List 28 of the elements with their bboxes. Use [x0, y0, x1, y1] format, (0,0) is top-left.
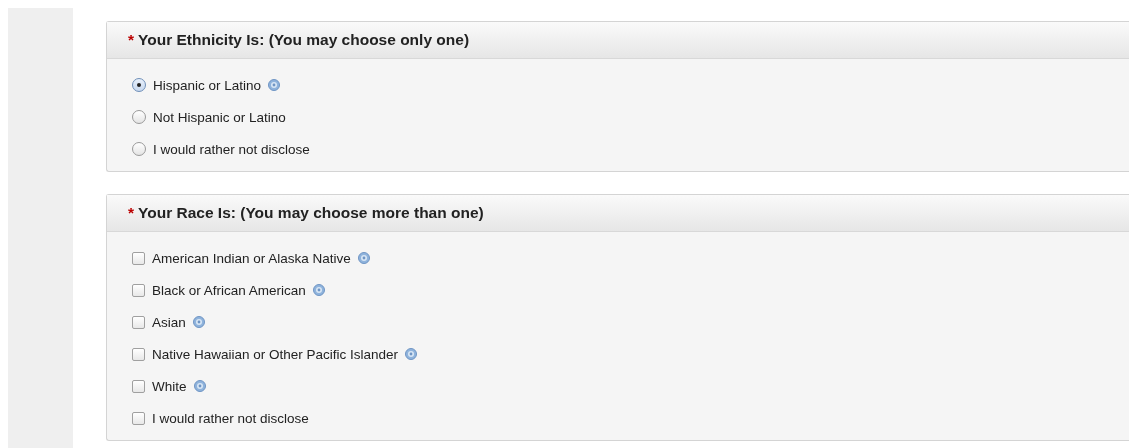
option-label: Hispanic or Latino [153, 77, 262, 93]
section-title: Your Ethnicity Is: (You may choose only one) [138, 31, 470, 49]
option-label: Not Hispanic or Latino [153, 109, 286, 125]
option-label: White [152, 378, 187, 394]
checkbox[interactable] [132, 347, 145, 361]
checkbox[interactable] [132, 379, 145, 393]
option-label: Black or African American [152, 282, 306, 298]
option-label: I would rather not disclose [153, 141, 310, 157]
radio-button[interactable] [132, 78, 146, 92]
option-label: Native Hawaiian or Other Pacific Islander [152, 346, 399, 362]
section-title: Your Race Is: (You may choose more than one) [138, 204, 484, 222]
help-icon[interactable] [405, 348, 418, 360]
radio-button[interactable] [132, 142, 146, 156]
option-label: I would rather not disclose [152, 410, 309, 426]
help-icon[interactable] [192, 316, 205, 328]
checkbox[interactable] [132, 315, 145, 329]
help-icon[interactable] [268, 79, 281, 91]
help-icon[interactable] [193, 380, 206, 392]
radio-button[interactable] [132, 110, 146, 124]
checkbox[interactable] [132, 283, 145, 297]
required-mark: * [128, 31, 135, 49]
option-label: Asian [152, 314, 186, 330]
required-mark: * [128, 204, 135, 222]
checkbox[interactable] [132, 411, 145, 425]
help-icon[interactable] [357, 252, 370, 264]
help-icon[interactable] [312, 284, 325, 296]
checkbox[interactable] [132, 251, 145, 265]
option-label: American Indian or Alaska Native [152, 250, 351, 266]
